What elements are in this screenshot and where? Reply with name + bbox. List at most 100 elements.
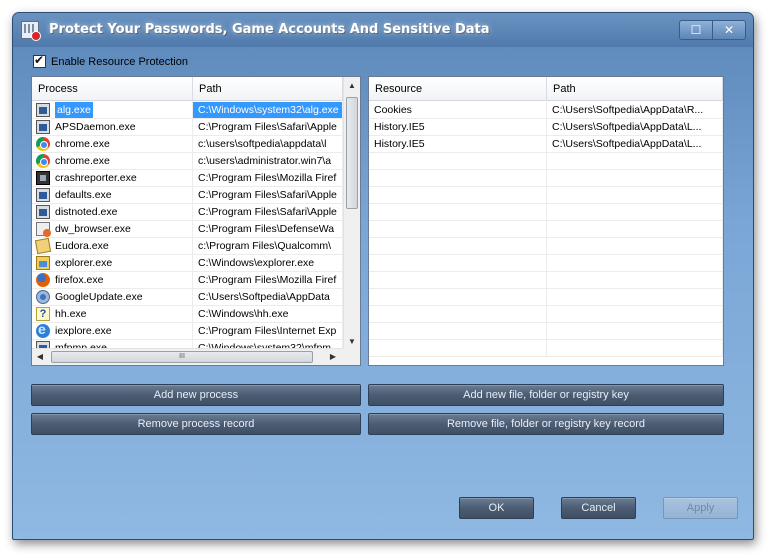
process-row[interactable]: explorer.exe C:\Windows\explorer.exe — [32, 255, 343, 272]
resource-path-cell — [547, 340, 723, 357]
resource-path-cell — [547, 238, 723, 255]
process-row[interactable]: distnoted.exe C:\Program Files\Safari\App… — [32, 204, 343, 221]
process-row[interactable]: ? hh.exe C:\Windows\hh.exe — [32, 306, 343, 323]
column-header-path[interactable]: Path — [193, 77, 343, 101]
process-row[interactable]: defaults.exe C:\Program Files\Safari\Appl… — [32, 187, 343, 204]
resource-name-cell — [369, 221, 547, 238]
process-name-cell[interactable]: chrome.exe — [32, 136, 193, 153]
column-header-resource[interactable]: Resource — [369, 77, 547, 101]
add-resource-button[interactable]: Add new file, folder or registry key — [368, 384, 724, 406]
process-path-cell[interactable]: c:\users\softpedia\appdata\l — [193, 136, 343, 153]
remove-process-button[interactable]: Remove process record — [31, 413, 361, 435]
resource-name-cell[interactable]: History.IE5 — [369, 119, 547, 136]
process-name: dw_browser.exe — [55, 222, 131, 235]
process-path-cell[interactable]: C:\Windows\explorer.exe — [193, 255, 343, 272]
apply-button[interactable]: Apply — [663, 497, 738, 519]
process-path-cell[interactable]: c:\Program Files\Qualcomm\ — [193, 238, 343, 255]
help-icon: ? — [36, 307, 50, 321]
process-path-cell[interactable]: C:\Windows\system32\alg.exe — [193, 102, 343, 119]
add-process-button[interactable]: Add new process — [31, 384, 361, 406]
process-path-cell[interactable]: C:\Program Files\Mozilla Firef — [193, 170, 343, 187]
empty-row — [369, 187, 723, 204]
resource-path-cell — [547, 221, 723, 238]
process-path-cell[interactable]: C:\Program Files\Safari\Apple — [193, 204, 343, 221]
process-path-cell[interactable]: C:\Users\Softpedia\AppData — [193, 289, 343, 306]
process-path-cell[interactable]: C:\Program Files\Internet Exp — [193, 323, 343, 340]
process-row[interactable]: GoogleUpdate.exe C:\Users\Softpedia\AppDa… — [32, 289, 343, 306]
process-name-cell[interactable]: defaults.exe — [32, 187, 193, 204]
empty-row — [369, 323, 723, 340]
resource-path-cell[interactable]: C:\Users\Softpedia\AppData\L... — [547, 136, 723, 153]
resource-list-rows: Cookies C:\Users\Softpedia\AppData\R... Hi… — [369, 102, 723, 357]
scroll-left-icon[interactable]: ◀ — [32, 349, 48, 365]
process-path-cell[interactable]: c:\users\administrator.win7\a — [193, 153, 343, 170]
cancel-button[interactable]: Cancel — [561, 497, 636, 519]
enable-protection-row[interactable]: Enable Resource Protection — [33, 53, 188, 68]
process-name-cell[interactable]: dw_browser.exe — [32, 221, 193, 238]
google-update-icon — [36, 290, 50, 304]
chrome-icon — [36, 137, 50, 151]
column-header-resource-path[interactable]: Path — [547, 77, 723, 101]
resource-name-cell — [369, 340, 547, 357]
process-name-cell[interactable]: GoogleUpdate.exe — [32, 289, 193, 306]
process-path-cell[interactable]: C:\Program Files\Safari\Apple — [193, 187, 343, 204]
resource-name-cell[interactable]: History.IE5 — [369, 136, 547, 153]
process-list[interactable]: Process Path alg.exe C:\Windows\system32\… — [31, 76, 361, 366]
process-name-cell[interactable]: APSDaemon.exe — [32, 119, 193, 136]
resource-name-cell — [369, 272, 547, 289]
scroll-up-icon[interactable]: ▲ — [344, 77, 360, 94]
window-icon — [36, 205, 50, 219]
resource-row[interactable]: History.IE5 C:\Users\Softpedia\AppData\L.… — [369, 119, 723, 136]
process-row[interactable]: Eudora.exe c:\Program Files\Qualcomm\ — [32, 238, 343, 255]
chrome-icon — [36, 154, 50, 168]
title-bar[interactable]: Protect Your Passwords, Game Accounts An… — [13, 13, 753, 47]
resource-name-cell — [369, 204, 547, 221]
resource-path-cell — [547, 255, 723, 272]
process-name-cell[interactable]: iexplore.exe — [32, 323, 193, 340]
process-row[interactable]: dw_browser.exe C:\Program Files\DefenseWa — [32, 221, 343, 238]
process-path-cell[interactable]: C:\Program Files\DefenseWa — [193, 221, 343, 238]
scroll-right-icon[interactable]: ▶ — [325, 349, 341, 365]
enable-protection-checkbox[interactable] — [33, 53, 46, 68]
resource-name-cell — [369, 323, 547, 340]
process-row[interactable]: chrome.exe c:\users\softpedia\appdata\l — [32, 136, 343, 153]
remove-resource-button[interactable]: Remove file, folder or registry key reco… — [368, 413, 724, 435]
process-name-cell[interactable]: explorer.exe — [32, 255, 193, 272]
resource-row[interactable]: History.IE5 C:\Users\Softpedia\AppData\L.… — [369, 136, 723, 153]
process-row[interactable]: iexplore.exe C:\Program Files\Internet Ex… — [32, 323, 343, 340]
hscroll-thumb[interactable]: III — [51, 351, 313, 363]
process-row[interactable]: firefox.exe C:\Program Files\Mozilla Fire… — [32, 272, 343, 289]
close-button[interactable]: ✕ — [712, 20, 746, 40]
process-path-cell[interactable]: C:\Program Files\Safari\Apple — [193, 119, 343, 136]
vscroll-thumb[interactable] — [346, 97, 358, 209]
resource-row[interactable]: Cookies C:\Users\Softpedia\AppData\R... — [369, 102, 723, 119]
resource-path-cell — [547, 272, 723, 289]
process-row[interactable]: chrome.exe c:\users\administrator.win7\a — [32, 153, 343, 170]
process-list-vscroll[interactable]: ▲ ▼ — [343, 77, 360, 350]
dw-browser-icon — [36, 222, 51, 237]
process-row[interactable]: alg.exe C:\Windows\system32\alg.exe — [32, 102, 343, 119]
ok-button[interactable]: OK — [459, 497, 534, 519]
process-list-hscroll[interactable]: ◀ III ▶ — [32, 348, 360, 365]
process-name-cell[interactable]: firefox.exe — [32, 272, 193, 289]
maximize-button[interactable]: ☐ — [679, 20, 713, 40]
resource-name-cell[interactable]: Cookies — [369, 102, 547, 119]
resource-path-cell[interactable]: C:\Users\Softpedia\AppData\L... — [547, 119, 723, 136]
resource-path-cell[interactable]: C:\Users\Softpedia\AppData\R... — [547, 102, 723, 119]
process-name-cell[interactable]: ? hh.exe — [32, 306, 193, 323]
process-name: crashreporter.exe — [55, 171, 137, 184]
process-name-cell[interactable]: chrome.exe — [32, 153, 193, 170]
empty-row — [369, 340, 723, 357]
column-header-process[interactable]: Process — [32, 77, 193, 101]
resource-list[interactable]: Resource Path Cookies C:\Users\Softpedia\… — [368, 76, 724, 366]
process-path-cell[interactable]: C:\Windows\hh.exe — [193, 306, 343, 323]
resource-name-cell — [369, 187, 547, 204]
empty-row — [369, 238, 723, 255]
process-name-cell[interactable]: Eudora.exe — [32, 238, 193, 255]
process-path-cell[interactable]: C:\Program Files\Mozilla Firef — [193, 272, 343, 289]
process-row[interactable]: APSDaemon.exe C:\Program Files\Safari\App… — [32, 119, 343, 136]
process-name-cell[interactable]: distnoted.exe — [32, 204, 193, 221]
process-name-cell[interactable]: crashreporter.exe — [32, 170, 193, 187]
process-row[interactable]: crashreporter.exe C:\Program Files\Mozill… — [32, 170, 343, 187]
process-name-cell[interactable]: alg.exe — [32, 102, 193, 119]
